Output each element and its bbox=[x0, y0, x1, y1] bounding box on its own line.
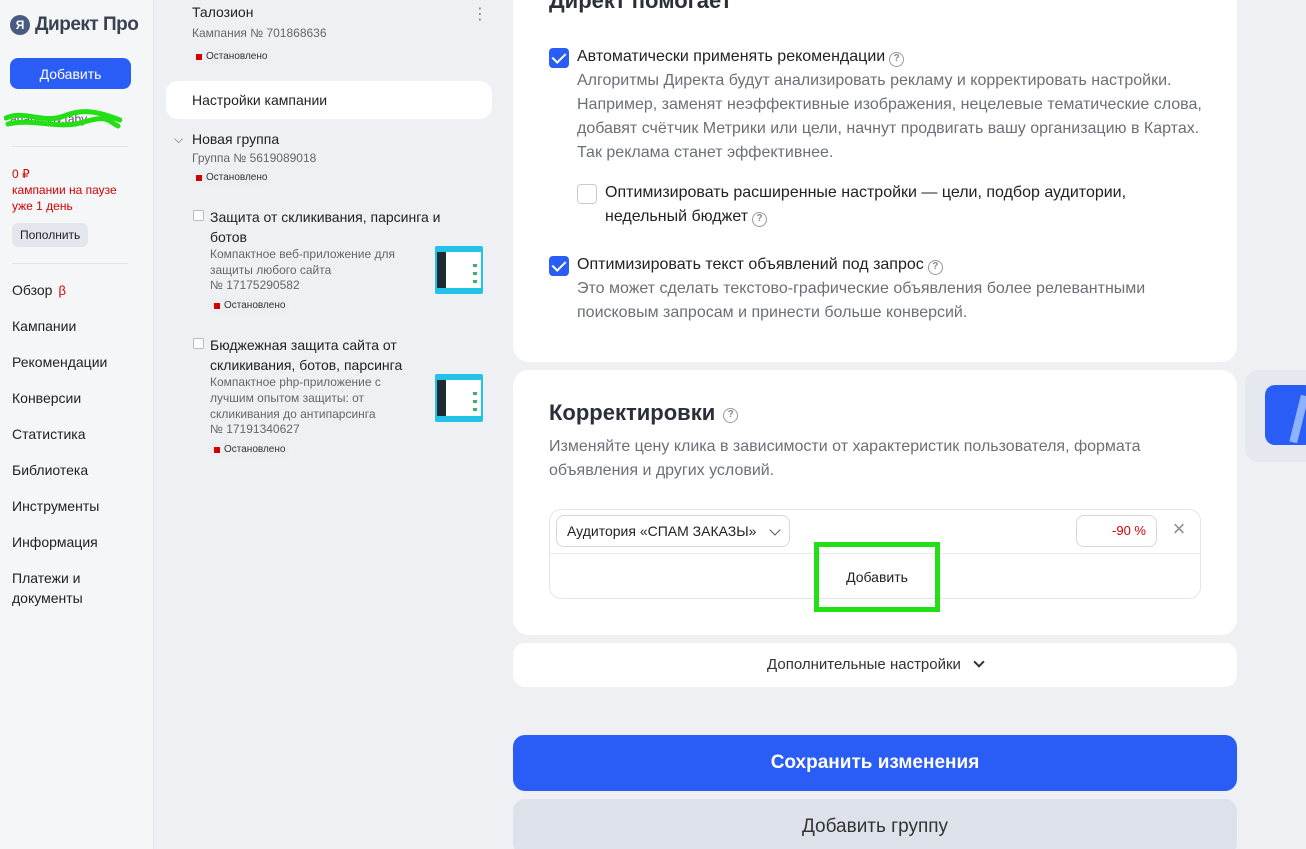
chevron-down-icon[interactable]: ⌵ bbox=[174, 132, 183, 147]
campaign-number: Кампания № 701868636 bbox=[192, 26, 327, 40]
chevron-down-icon bbox=[769, 524, 781, 536]
more-vertical-icon[interactable]: ⋮ bbox=[472, 4, 488, 24]
logo-text: Директ Про bbox=[35, 14, 139, 35]
option-label-text: Оптимизировать расширенные настройки — ц… bbox=[605, 184, 1127, 225]
status-badge: Остановлено bbox=[192, 50, 272, 64]
status-badge: Остановлено bbox=[210, 299, 290, 313]
additional-settings-label: Дополнительные настройки bbox=[767, 656, 961, 673]
divider bbox=[12, 263, 128, 264]
close-icon[interactable]: × bbox=[1170, 518, 1188, 540]
nav-item-statistics[interactable]: Статистика bbox=[12, 424, 112, 460]
nav-item-payments[interactable]: Платежи и документы bbox=[12, 568, 112, 612]
advanced-settings-checkbox[interactable] bbox=[577, 184, 597, 204]
balance-amount: 0 ₽ bbox=[12, 167, 30, 181]
nav-item-overview[interactable]: Обзор β bbox=[12, 280, 112, 316]
help-icon[interactable]: ? bbox=[723, 408, 739, 423]
balance-block: 0 ₽ кампании на паузе уже 1 день bbox=[12, 166, 130, 214]
save-changes-button[interactable]: Сохранить изменения bbox=[513, 735, 1237, 791]
nav-item-campaigns[interactable]: Кампании bbox=[12, 316, 112, 352]
nav-label: Обзор bbox=[12, 282, 53, 298]
option-label-text: Оптимизировать текст объявлений под запр… bbox=[577, 256, 924, 273]
app-widget-icon bbox=[1265, 385, 1306, 445]
ad-number: № 17175290582 bbox=[210, 278, 300, 292]
add-group-button[interactable]: Добавить группу bbox=[513, 799, 1237, 849]
divider bbox=[12, 146, 128, 147]
nav-item-info[interactable]: Информация bbox=[12, 532, 112, 568]
topup-button[interactable]: Пополнить bbox=[12, 223, 89, 247]
ad-description: Компактное веб-приложение для защиты люб… bbox=[210, 247, 396, 277]
status-badge: Остановлено bbox=[210, 443, 290, 457]
group-number: Группа № 5619089018 bbox=[192, 151, 317, 165]
ad-title[interactable]: Защита от скликивания, парсинга и ботов bbox=[210, 207, 450, 247]
advanced-settings-label: Оптимизировать расширенные настройки — ц… bbox=[605, 181, 1165, 229]
audience-select-value: Аудитория «СПАМ ЗАКАЗЫ» bbox=[567, 523, 757, 539]
ad-checkbox[interactable] bbox=[193, 338, 204, 349]
nav-item-recommendations[interactable]: Рекомендации bbox=[12, 352, 112, 388]
additional-settings-toggle[interactable]: Дополнительные настройки bbox=[513, 643, 1237, 687]
auto-recommendations-label: Автоматически применять рекомендации? bbox=[577, 45, 905, 69]
optimize-text-checkbox[interactable] bbox=[549, 256, 569, 276]
adjustments-title: Корректировки? bbox=[549, 400, 739, 426]
left-navigation: Я Директ Про Добавить ananasov.taby 0 ₽ … bbox=[0, 0, 154, 849]
ad-thumbnail-image bbox=[435, 374, 483, 422]
auto-recommendations-description: Алгоритмы Директа будут анализировать ре… bbox=[577, 72, 1202, 161]
redaction-scribble bbox=[4, 109, 122, 129]
campaign-name[interactable]: Талозион bbox=[192, 4, 253, 20]
adjustments-title-text: Корректировки bbox=[549, 400, 716, 425]
auto-recommendations-checkbox[interactable] bbox=[549, 48, 569, 68]
ad-title[interactable]: Бюджежная защита сайта от скликивания, б… bbox=[210, 335, 430, 375]
group-name[interactable]: Новая группа bbox=[192, 131, 279, 147]
ad-thumbnail-image bbox=[435, 246, 483, 294]
nav-item-tools[interactable]: Инструменты bbox=[12, 496, 112, 532]
bid-percent-input[interactable]: -90 % bbox=[1076, 515, 1157, 547]
campaign-settings-link[interactable]: Настройки кампании bbox=[166, 81, 492, 119]
campaign-tree: Талозион Кампания № 701868636 Остановлен… bbox=[154, 0, 504, 849]
help-icon[interactable]: ? bbox=[752, 212, 768, 227]
help-icon[interactable]: ? bbox=[889, 52, 905, 67]
add-button[interactable]: Добавить bbox=[10, 58, 131, 89]
adjustments-list: Аудитория «СПАМ ЗАКАЗЫ» -90 % × Добавить bbox=[549, 509, 1201, 612]
optimize-text-description: Это может сделать текстово-графические о… bbox=[577, 280, 1146, 321]
ad-description: Компактное php-приложение с лучшим опыто… bbox=[210, 375, 381, 421]
help-icon[interactable]: ? bbox=[927, 260, 943, 275]
logo[interactable]: Я Директ Про bbox=[10, 14, 139, 36]
audience-select[interactable]: Аудитория «СПАМ ЗАКАЗЫ» bbox=[556, 515, 790, 547]
yandex-logo-icon: Я bbox=[10, 15, 30, 35]
nav-item-library[interactable]: Библиотека bbox=[12, 460, 112, 496]
status-badge: Остановлено bbox=[192, 171, 272, 185]
add-adjustment-button[interactable]: Добавить bbox=[814, 542, 940, 612]
paused-note: кампании на паузе уже 1 день bbox=[12, 183, 117, 213]
nav-item-conversions[interactable]: Конверсии bbox=[12, 388, 112, 424]
side-widget[interactable] bbox=[1245, 370, 1306, 462]
ad-checkbox[interactable] bbox=[193, 210, 204, 221]
chevron-down-icon bbox=[973, 656, 985, 668]
optimize-text-label: Оптимизировать текст объявлений под запр… bbox=[577, 253, 943, 277]
option-label-text: Автоматически применять рекомендации bbox=[577, 48, 886, 65]
beta-badge: β bbox=[58, 283, 66, 298]
main-nav: Обзор β Кампании Рекомендации Конверсии С… bbox=[12, 280, 112, 612]
ad-number: № 17191340627 bbox=[210, 422, 300, 436]
direct-helps-title: Директ помогает bbox=[549, 0, 732, 13]
adjustments-description: Изменяйте цену клика в зависимости от ха… bbox=[549, 438, 1141, 479]
